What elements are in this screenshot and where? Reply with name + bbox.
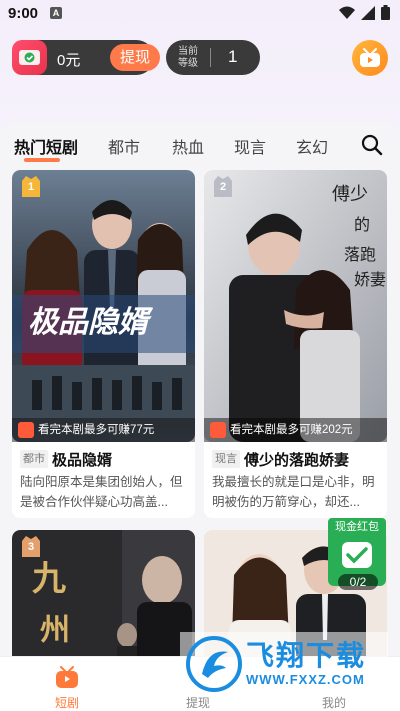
earn-banner: 看完本剧最多可赚77元 bbox=[12, 418, 195, 442]
coin-icon bbox=[210, 422, 226, 438]
nav-mine[interactable]: 我的 bbox=[322, 694, 346, 711]
tab-hot-dramas[interactable]: 热门短剧 bbox=[14, 134, 78, 158]
svg-text:落跑: 落跑 bbox=[344, 246, 376, 264]
search-icon[interactable] bbox=[360, 133, 384, 162]
rank-badge: 2 bbox=[212, 175, 234, 199]
notification-icon: A bbox=[50, 7, 62, 19]
genre-tag: 现言 bbox=[212, 450, 240, 468]
rank-badge: 1 bbox=[20, 175, 42, 199]
cash-reward-label: 现金红包 bbox=[328, 518, 386, 536]
level-pill[interactable]: 当前等级 1 bbox=[166, 40, 260, 75]
signal-icon bbox=[361, 5, 375, 20]
genre-tag: 都市 bbox=[20, 450, 48, 468]
drama-description: 我最擅长的就是口是心非，明明被伤的万箭穿心，却还... bbox=[212, 475, 375, 509]
tab-underline bbox=[24, 158, 60, 162]
nav-dramas[interactable]: 短剧 bbox=[55, 694, 79, 711]
cash-reward-counter: 0/2 bbox=[338, 574, 378, 590]
level-value: 1 bbox=[228, 47, 238, 66]
watermark-brand: 飞翔下载 bbox=[246, 640, 367, 671]
poster-image: 傅少 的 落跑 娇妻 bbox=[204, 170, 387, 442]
watermark: 飞翔下载 WWW.FXXZ.COM bbox=[180, 632, 388, 696]
cash-reward-widget[interactable]: 现金红包 0/2 bbox=[328, 518, 386, 598]
battery-icon bbox=[381, 5, 390, 20]
watermark-url: WWW.FXXZ.COM bbox=[246, 672, 365, 687]
nav-dramas-icon[interactable] bbox=[54, 665, 80, 694]
poster-title-art: 极品隐婿 bbox=[28, 306, 154, 339]
withdraw-button[interactable]: 提现 bbox=[110, 44, 160, 71]
tab-action[interactable]: 热血 bbox=[172, 134, 204, 158]
system-icons bbox=[339, 5, 390, 20]
wallet-icon bbox=[12, 40, 47, 75]
watermark-logo-icon bbox=[186, 636, 242, 692]
earn-text: 看完本剧最多可赚202元 bbox=[230, 424, 353, 436]
level-divider bbox=[210, 48, 211, 67]
nav-withdraw[interactable]: 提现 bbox=[186, 694, 210, 711]
poster-title-art: 傅少 bbox=[332, 184, 368, 204]
drama-title: 极品隐婿 bbox=[52, 452, 113, 469]
drama-title: 傅少的落跑娇妻 bbox=[244, 452, 350, 469]
svg-text:州: 州 bbox=[40, 614, 70, 647]
category-tabs: 热门短剧 都市 热血 现言 玄幻 bbox=[0, 128, 400, 162]
tab-fantasy[interactable]: 玄幻 bbox=[296, 134, 328, 158]
svg-text:的: 的 bbox=[354, 216, 370, 234]
poster-title-art: 九 bbox=[32, 560, 66, 598]
rank-badge: 3 bbox=[20, 535, 42, 559]
wallet-amount: 0元 bbox=[57, 52, 81, 69]
wallet-pill[interactable]: 0元 提现 bbox=[12, 40, 160, 75]
poster-image: 极品隐婿 bbox=[12, 170, 195, 442]
tv-icon[interactable] bbox=[352, 40, 388, 76]
status-time: 9:00 bbox=[8, 5, 39, 22]
drama-card[interactable]: 傅少 的 落跑 娇妻 2 看完本剧最多可赚202元 现言 傅少的落跑娇妻 我最擅… bbox=[204, 170, 387, 518]
status-bar: 9:00 A bbox=[0, 0, 400, 28]
svg-text:娇妻: 娇妻 bbox=[354, 271, 386, 289]
earn-banner: 看完本剧最多可赚202元 bbox=[204, 418, 387, 442]
drama-description: 陆向阳原本是集团创始人，但是被合作伙伴疑心功高盖... bbox=[20, 475, 183, 509]
earn-text: 看完本剧最多可赚77元 bbox=[38, 424, 155, 436]
drama-card[interactable]: 极品隐婿 1 看完本剧最多可赚77元 都市 极品隐婿 陆向阳原本是集团创始人，但… bbox=[12, 170, 195, 518]
coin-icon bbox=[18, 422, 34, 438]
tab-urban[interactable]: 都市 bbox=[108, 134, 140, 158]
wifi-icon bbox=[339, 6, 355, 19]
level-label: 当前等级 bbox=[178, 46, 198, 69]
tab-romance[interactable]: 现言 bbox=[234, 134, 266, 158]
